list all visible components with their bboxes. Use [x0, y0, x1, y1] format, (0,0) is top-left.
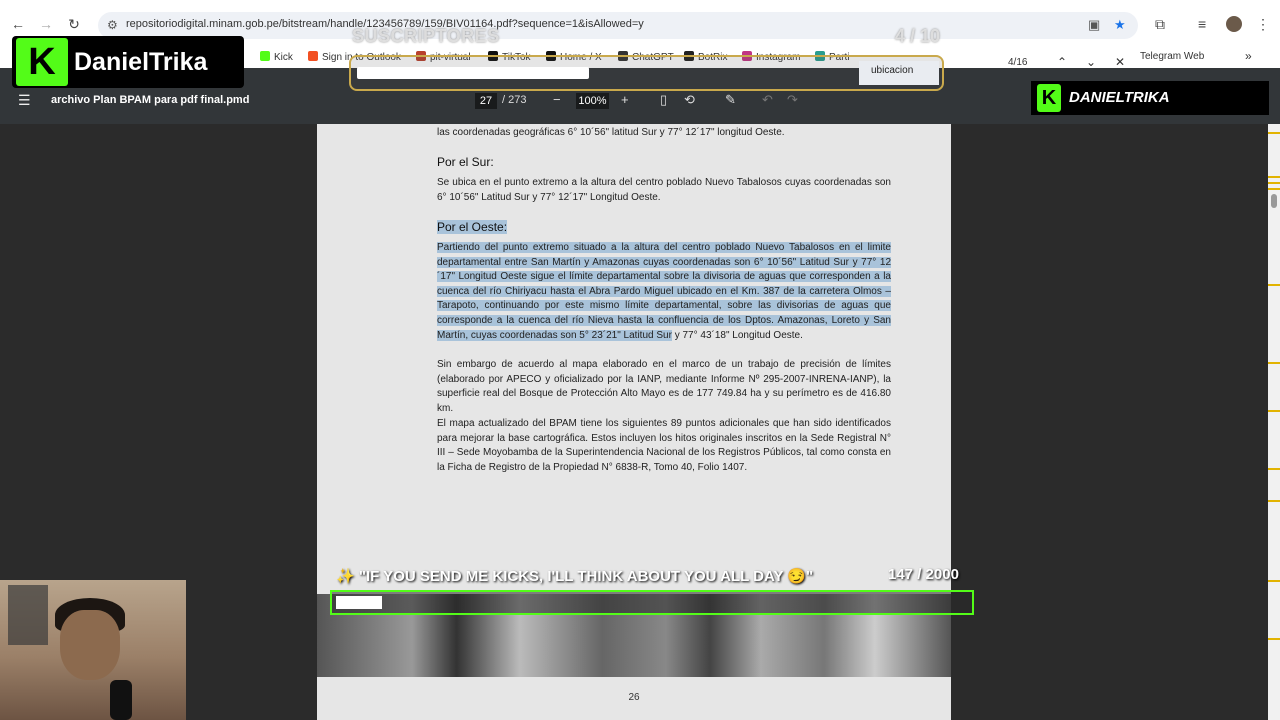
- rotate-icon[interactable]: ⟲: [684, 92, 695, 108]
- microphone-icon: [110, 680, 132, 720]
- heading-por-el-oeste: Por el Oeste:: [437, 220, 508, 234]
- back-icon[interactable]: ←: [9, 15, 27, 33]
- text-line-top: las coordenadas geográficas 6° 10´56" la…: [437, 127, 785, 138]
- bookmark-label: Telegram Web: [1140, 51, 1205, 62]
- forward-icon[interactable]: →: [37, 15, 55, 33]
- streamer-name: DanielTrika: [74, 48, 208, 76]
- streamer-brand-banner: K DanielTrika: [12, 36, 244, 88]
- find-marker: [1268, 500, 1280, 502]
- paragraph-embargo: Sin embargo de acuerdo al mapa elaborado…: [437, 359, 891, 414]
- heading-por-el-sur: Por el Sur:: [437, 155, 494, 169]
- subscriber-goal-fill: [357, 67, 589, 79]
- page-number-footer: 26: [628, 692, 640, 703]
- kick-logo-icon: K: [16, 38, 68, 86]
- kick-icon: [260, 51, 270, 61]
- find-input[interactable]: ubicacion: [859, 61, 939, 85]
- paragraph-oeste-rest: y 77° 43´18" Longitud Oeste.: [671, 329, 803, 341]
- webcam-feed: [0, 580, 186, 720]
- find-marker: [1268, 468, 1280, 470]
- kick-goal-bar: [330, 590, 974, 615]
- reload-icon[interactable]: ↻: [65, 15, 83, 33]
- menu-kebab-icon[interactable]: ⋮: [1256, 16, 1270, 33]
- annotate-icon[interactable]: ✎: [725, 92, 736, 108]
- subscribers-label: SUSCRIPTORES: [352, 26, 500, 46]
- scrollbar-thumb[interactable]: [1271, 194, 1277, 208]
- find-marker: [1268, 188, 1280, 190]
- find-marker: [1268, 176, 1280, 178]
- document-title: archivo Plan BPAM para pdf final.pmd: [51, 94, 250, 106]
- page-total: / 273: [502, 94, 527, 106]
- pdf-page: las coordenadas geográficas 6° 10´56" la…: [317, 124, 951, 720]
- microsoft-icon: [308, 51, 318, 61]
- streamer-face: [60, 610, 120, 680]
- find-match-count: 4/16: [1008, 57, 1028, 68]
- find-marker: [1268, 284, 1280, 286]
- media-icon[interactable]: ≡: [1198, 16, 1206, 32]
- bookmark-star-icon[interactable]: ★: [1114, 17, 1126, 33]
- find-marker: [1268, 132, 1280, 134]
- kick-goal-fill: [336, 596, 382, 609]
- find-marker: [1268, 410, 1280, 412]
- kick-goal-count: 147 / 2000: [888, 566, 959, 583]
- paragraph-sur: Se ubica en el punto extremo a la altura…: [437, 177, 891, 203]
- site-info-icon[interactable]: ⚙: [107, 18, 118, 32]
- bookmark-telegram[interactable]: Telegram Web: [1140, 51, 1204, 62]
- streamer-name-right: DANIELTRIKA: [1069, 89, 1170, 106]
- page-scrollbar[interactable]: [1268, 124, 1280, 720]
- zoom-out-icon[interactable]: −: [553, 92, 561, 107]
- paragraph-mapa: El mapa actualizado del BPAM tiene los s…: [437, 418, 891, 473]
- find-next-icon[interactable]: ⌄: [1086, 55, 1096, 69]
- find-close-icon[interactable]: ✕: [1115, 55, 1125, 69]
- subscriber-goal-overlay: ubicacion: [349, 55, 944, 91]
- extensions-icon[interactable]: ⧉: [1155, 16, 1165, 33]
- hamburger-menu-icon[interactable]: ☰: [18, 92, 31, 109]
- find-marker: [1268, 580, 1280, 582]
- page-number-input[interactable]: 27: [475, 93, 497, 109]
- undo-icon[interactable]: ↶: [762, 92, 773, 108]
- bookmark-label: Kick: [274, 52, 293, 63]
- kick-goal-text: ✨ "IF YOU SEND ME KICKS, I'LL THINK ABOU…: [336, 568, 814, 585]
- selected-heading-text: Por el Oeste:: [437, 220, 508, 234]
- bookmark-kick[interactable]: Kick: [260, 51, 293, 63]
- fit-page-icon[interactable]: ▯: [660, 92, 667, 108]
- more-bookmarks-icon[interactable]: »: [1245, 49, 1252, 63]
- kick-goal-total: / 2000: [917, 566, 959, 583]
- zoom-in-icon[interactable]: +: [621, 92, 629, 107]
- background-shelf: [8, 585, 48, 645]
- subscribers-count: 4 / 10: [895, 26, 941, 46]
- streamer-brand-badge: K DANIELTRIKA: [1031, 81, 1269, 115]
- redo-icon[interactable]: ↷: [787, 92, 798, 108]
- find-marker: [1268, 182, 1280, 184]
- find-prev-icon[interactable]: ⌃: [1057, 55, 1067, 69]
- kick-logo-icon: K: [1037, 84, 1061, 112]
- zoom-input[interactable]: 100%: [576, 93, 609, 109]
- pdf-badge-icon[interactable]: ▣: [1088, 17, 1100, 33]
- profile-avatar[interactable]: [1226, 16, 1242, 32]
- address-bar[interactable]: ⚙ repositoriodigital.minam.gob.pe/bitstr…: [98, 12, 1138, 39]
- kick-goal-current: 147: [888, 566, 914, 583]
- find-marker: [1268, 362, 1280, 364]
- paragraph-oeste: Partiendo del punto extremo situado a la…: [437, 241, 891, 343]
- find-marker: [1268, 638, 1280, 640]
- selected-paragraph-text: Partiendo del punto extremo situado a la…: [437, 242, 891, 341]
